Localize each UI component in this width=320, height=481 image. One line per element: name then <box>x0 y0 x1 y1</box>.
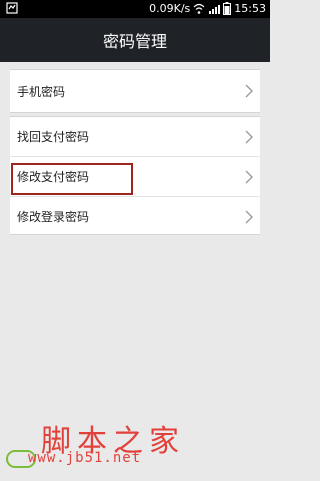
highlight-box <box>11 163 133 195</box>
list-item-change-login-password[interactable]: 修改登录密码 <box>10 196 260 236</box>
notification-icon <box>6 2 18 14</box>
watermark: 脚本之家 www.jb51.net <box>6 416 266 478</box>
wifi-icon <box>193 3 205 14</box>
battery-icon <box>223 2 232 15</box>
chevron-right-icon <box>245 84 253 98</box>
chevron-right-icon <box>245 210 253 223</box>
list-item-recover-pay-password[interactable]: 找回支付密码 <box>10 117 260 156</box>
status-bar: 0.09K/s 15:53 <box>0 0 270 18</box>
list-item-phone-password[interactable]: 手机密码 <box>10 70 260 112</box>
list-item-label: 修改登录密码 <box>17 210 90 224</box>
list-item-label: 手机密码 <box>17 84 66 99</box>
page-title: 密码管理 <box>102 32 167 51</box>
list-item-label: 找回支付密码 <box>17 130 90 144</box>
status-time: 15:53 <box>234 2 266 15</box>
chevron-right-icon <box>245 130 253 143</box>
watermark-url: www.jb51.net <box>28 450 142 466</box>
chevron-right-icon <box>245 170 253 183</box>
settings-group-1: 手机密码 <box>10 69 260 113</box>
header-bar: 密码管理 <box>0 18 270 62</box>
signal-icon <box>209 4 221 14</box>
network-speed: 0.09K/s <box>149 2 191 15</box>
